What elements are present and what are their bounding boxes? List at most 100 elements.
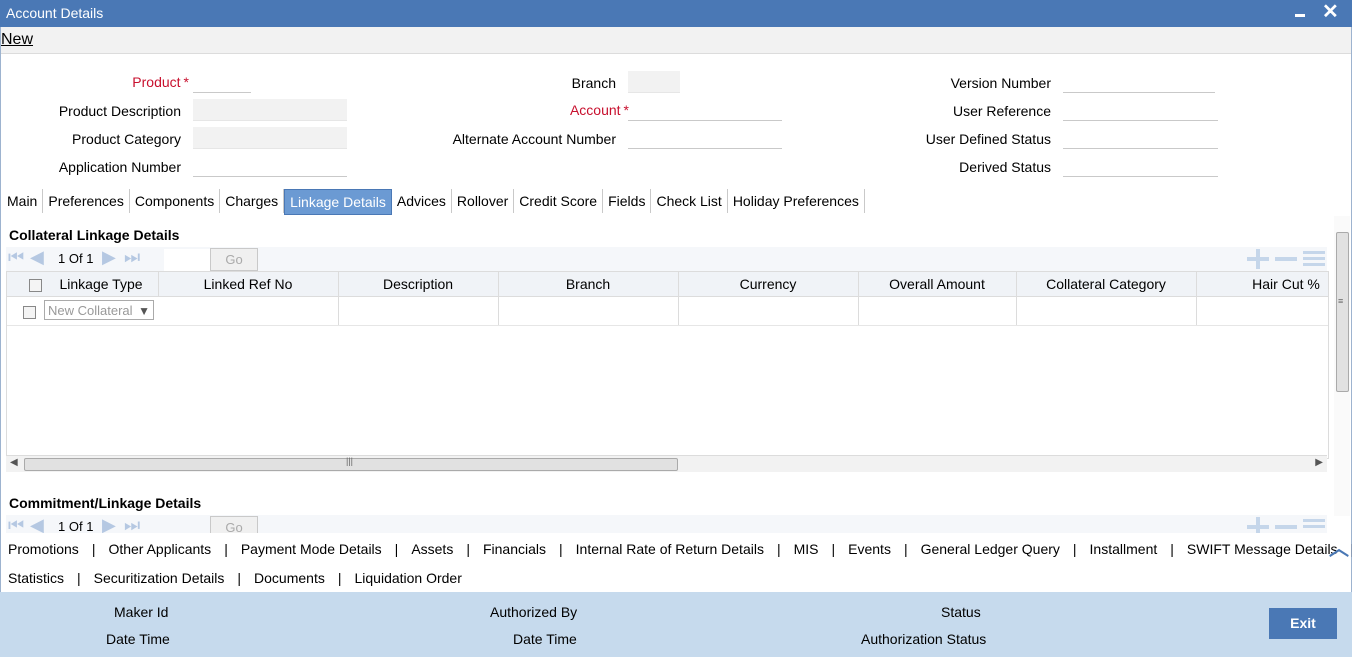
collateral-category-cell[interactable] — [1016, 297, 1197, 325]
tab-bar: Main Preferences Components Charges Link… — [2, 189, 865, 215]
link-swift-message-details[interactable]: SWIFT Message Details — [1187, 541, 1338, 557]
link-securitization-details[interactable]: Securitization Details — [94, 570, 225, 586]
overall-amount-cell[interactable] — [858, 297, 1017, 325]
link-separator: | — [337, 570, 342, 586]
link-statistics[interactable]: Statistics — [8, 570, 64, 586]
user-defined-status-label: User Defined Status — [925, 131, 1051, 147]
subsystem-links-row-1: Promotions | Other Applicants | Payment Mode… — [8, 541, 1352, 557]
tab-credit-score[interactable]: Credit Score — [514, 189, 604, 213]
vertical-scrollbar[interactable]: ≡ — [1334, 216, 1350, 516]
column-header-overall-amount[interactable]: Overall Amount — [858, 272, 1017, 296]
select-all-checkbox[interactable] — [29, 279, 42, 292]
column-header-description[interactable]: Description — [338, 272, 499, 296]
column-header-collateral-category[interactable]: Collateral Category — [1016, 272, 1197, 296]
application-number-field[interactable] — [193, 155, 347, 177]
tab-main[interactable]: Main — [2, 189, 44, 213]
link-liquidation-order[interactable]: Liquidation Order — [354, 570, 461, 586]
link-separator: | — [776, 541, 781, 557]
column-header-linked-ref-no[interactable]: Linked Ref No — [158, 272, 339, 296]
new-link[interactable]: New — [1, 31, 33, 49]
link-payment-mode-details[interactable]: Payment Mode Details — [241, 541, 382, 557]
previous-page-icon[interactable]: ◀ — [30, 247, 44, 268]
account-label: Account * — [569, 102, 629, 118]
description-cell[interactable] — [338, 297, 499, 325]
scroll-left-icon[interactable]: ◀ — [10, 457, 18, 468]
tab-preferences[interactable]: Preferences — [43, 189, 130, 213]
single-view-icon-line3 — [1303, 263, 1325, 266]
product-category-field[interactable] — [193, 127, 347, 149]
link-financials[interactable]: Financials — [483, 541, 546, 557]
user-reference-field[interactable] — [1063, 99, 1218, 121]
link-assets[interactable]: Assets — [411, 541, 453, 557]
derived-status-field[interactable] — [1063, 155, 1218, 177]
last-page-icon[interactable]: ⏭ — [124, 515, 140, 533]
single-view-icon[interactable] — [1303, 251, 1325, 254]
branch-field[interactable] — [628, 71, 680, 93]
column-header-hair-cut[interactable]: Hair Cut % — [1196, 272, 1328, 296]
row-actions — [1237, 247, 1327, 271]
alternate-account-number-field[interactable] — [628, 127, 782, 149]
delete-row-icon[interactable] — [1275, 525, 1297, 529]
single-view-icon[interactable] — [1303, 519, 1325, 522]
linkage-type-select[interactable]: New Collateral ▼ — [44, 300, 154, 320]
page-number-input[interactable] — [164, 249, 210, 272]
tab-rollover[interactable]: Rollover — [452, 189, 515, 213]
tab-components[interactable]: Components — [130, 189, 221, 213]
tab-charges[interactable]: Charges — [220, 189, 285, 213]
link-installment[interactable]: Installment — [1090, 541, 1158, 557]
checker-date-time-label: Date Time — [513, 631, 577, 647]
link-documents[interactable]: Documents — [254, 570, 325, 586]
link-internal-rate-of-return-details[interactable]: Internal Rate of Return Details — [576, 541, 764, 557]
scroll-right-icon[interactable]: ▶ — [1315, 457, 1323, 468]
exit-button[interactable]: Exit — [1269, 608, 1337, 639]
tab-linkage-details[interactable]: Linkage Details — [284, 189, 392, 215]
tab-check-list[interactable]: Check List — [651, 189, 728, 213]
version-number-field[interactable] — [1063, 71, 1215, 93]
first-page-icon[interactable]: ⏮ — [8, 515, 24, 533]
link-other-applicants[interactable]: Other Applicants — [108, 541, 211, 557]
tab-advices[interactable]: Advices — [392, 189, 452, 213]
action-toolbar: New — [0, 27, 1352, 54]
close-icon[interactable]: ✕ — [1322, 0, 1339, 24]
tab-holiday-preferences[interactable]: Holiday Preferences — [728, 189, 865, 213]
window-title: Account Details — [6, 5, 104, 21]
link-general-ledger-query[interactable]: General Ledger Query — [921, 541, 1060, 557]
product-description-field[interactable] — [193, 99, 347, 121]
currency-cell[interactable] — [678, 297, 859, 325]
user-reference-label: User Reference — [952, 103, 1051, 119]
next-page-icon[interactable]: ▶ — [102, 247, 116, 268]
minimize-icon[interactable] — [1293, 4, 1307, 20]
row-checkbox[interactable] — [23, 306, 36, 319]
next-page-icon[interactable]: ▶ — [102, 515, 116, 533]
single-view-icon-line2 — [1303, 257, 1325, 260]
link-mis[interactable]: MIS — [794, 541, 819, 557]
branch-cell[interactable] — [498, 297, 679, 325]
vertical-grip-icon: ≡ — [1338, 296, 1344, 306]
product-field[interactable] — [193, 71, 251, 93]
user-defined-status-field[interactable] — [1063, 127, 1218, 149]
link-promotions[interactable]: Promotions — [8, 541, 79, 557]
go-button[interactable]: Go — [210, 516, 258, 533]
column-header-currency[interactable]: Currency — [678, 272, 859, 296]
previous-page-icon[interactable]: ◀ — [30, 515, 44, 533]
audit-footer: Maker Id Date Time Authorized By Date Ti… — [0, 592, 1352, 657]
link-separator: | — [394, 541, 399, 557]
horizontal-scrollbar[interactable]: ◀ ||| ▶ — [6, 455, 1327, 472]
column-header-linkage-type[interactable]: Linkage Type — [44, 272, 159, 296]
application-number-label: Application Number — [58, 159, 181, 175]
account-field[interactable] — [628, 99, 782, 121]
go-button[interactable]: Go — [210, 248, 258, 271]
link-separator: | — [831, 541, 836, 557]
tab-fields[interactable]: Fields — [603, 189, 652, 213]
first-page-icon[interactable]: ⏮ — [8, 247, 24, 268]
column-header-branch[interactable]: Branch — [498, 272, 679, 296]
single-view-icon-line2 — [1303, 525, 1325, 528]
vertical-scroll-thumb[interactable] — [1336, 232, 1349, 392]
last-page-icon[interactable]: ⏭ — [124, 247, 140, 268]
collapse-up-icon[interactable]: ︿ — [1329, 532, 1349, 561]
linked-ref-no-cell[interactable] — [158, 297, 339, 325]
link-events[interactable]: Events — [848, 541, 891, 557]
link-separator: | — [1170, 541, 1174, 557]
link-separator: | — [1072, 541, 1077, 557]
delete-row-icon[interactable] — [1275, 257, 1297, 261]
